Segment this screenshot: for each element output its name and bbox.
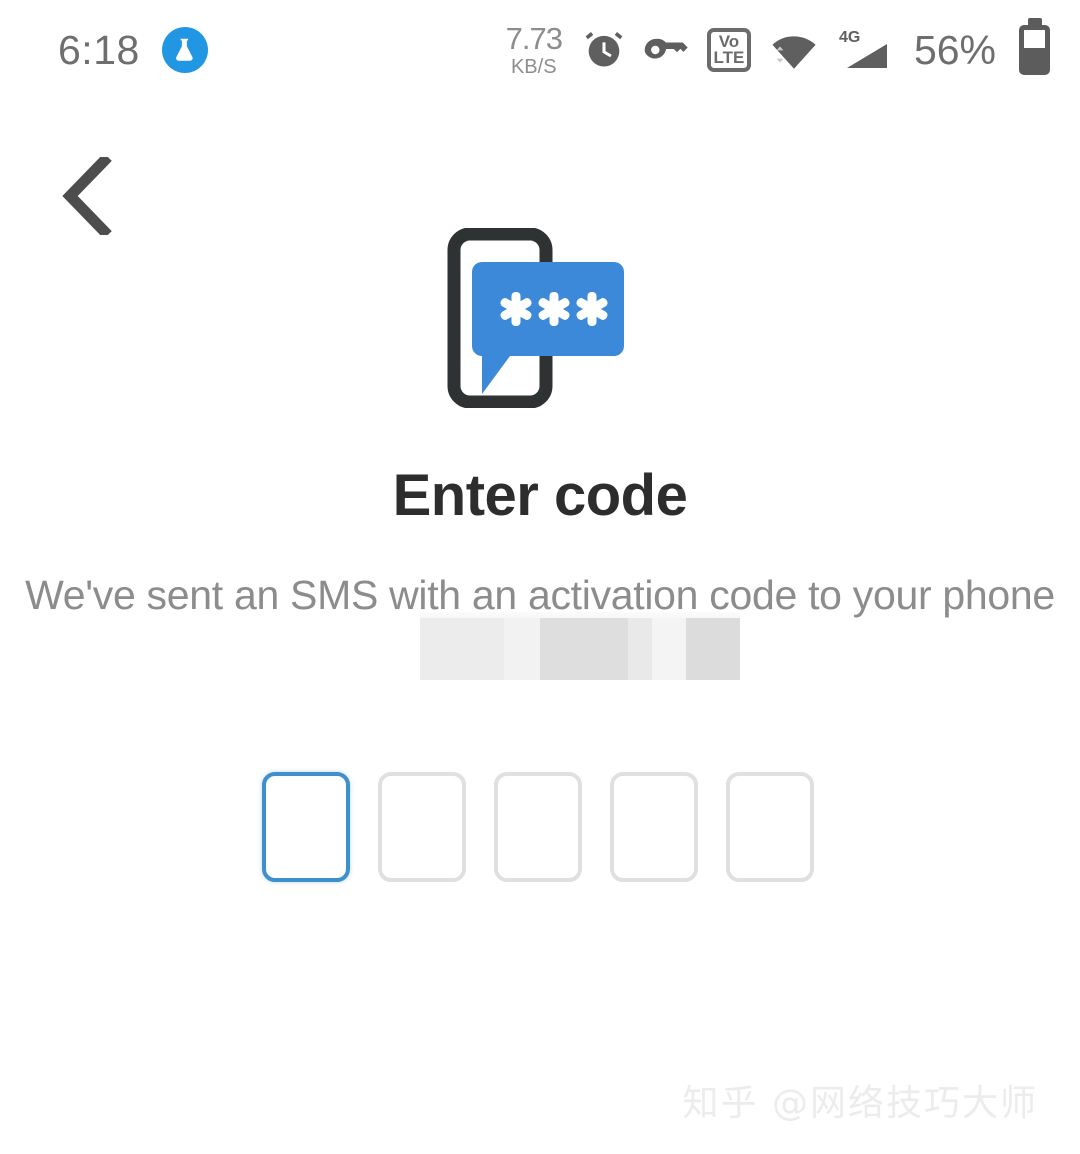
battery-icon (1019, 25, 1050, 75)
wifi-icon (768, 28, 820, 72)
sms-code-illustration (0, 228, 1080, 408)
svg-text:4G: 4G (839, 29, 860, 46)
code-input-box-1[interactable] (262, 772, 350, 882)
page-title: Enter code (392, 463, 688, 528)
masked-code-asterisks (500, 292, 608, 326)
status-bar-right: 7.73 KB/S Vo LTE 4G 56% (506, 23, 1050, 77)
phone-number-text: +86 (0, 636, 1080, 687)
chevron-left-icon (62, 157, 112, 235)
code-input-box-4[interactable] (610, 772, 698, 882)
code-input-group[interactable] (262, 772, 814, 882)
code-input-box-5[interactable] (726, 772, 814, 882)
code-input-box-3[interactable] (494, 772, 582, 882)
phone-number-redaction-top (420, 612, 740, 630)
volte-bottom-label: LTE (713, 48, 745, 67)
network-speed-value: 7.73 (505, 21, 563, 56)
cellular-signal-icon: 4G (837, 26, 893, 74)
network-speed-unit: KB/S (510, 56, 557, 78)
flask-icon (161, 27, 208, 73)
phone-number-prefix: +86 (505, 638, 575, 684)
battery-percent-label: 56% (913, 26, 996, 73)
status-bar: 6:18 7.73 KB/S Vo LTE 4G 56% (0, 0, 1080, 100)
vpn-key-icon (644, 33, 690, 67)
code-input-box-2[interactable] (378, 772, 466, 882)
status-bar-left: 6:18 (58, 27, 208, 73)
app-screen: 6:18 7.73 KB/S Vo LTE 4G 56% Enter code … (0, 0, 1080, 1154)
status-bar-clock: 6:18 (58, 26, 140, 73)
alarm-clock-icon (581, 27, 627, 73)
network-speed-indicator: 7.73 KB/S (505, 21, 563, 78)
volte-icon: Vo LTE (706, 28, 751, 72)
watermark: 知乎 @网络技巧大师 (682, 1083, 1038, 1124)
